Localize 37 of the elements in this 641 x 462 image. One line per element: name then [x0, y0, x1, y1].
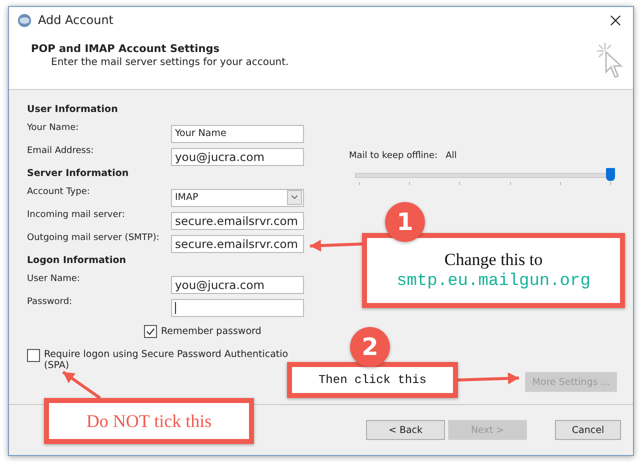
field-label: Outgoing mail server (SMTP): — [27, 232, 160, 243]
field-label: Incoming mail server: — [27, 209, 126, 220]
section-heading: Server Information — [27, 168, 130, 181]
text-field[interactable]: secure.emailsrvr.com — [171, 212, 304, 230]
field-label: User Name: — [27, 273, 81, 284]
text-field[interactable]: you@jucra.com — [171, 148, 304, 166]
callout-text: smtp.eu.mailgun.org — [396, 272, 590, 291]
field-label: Password: — [27, 296, 74, 307]
field-label: Email Address: — [27, 145, 95, 156]
callout-text: Then click this — [318, 373, 427, 387]
section-heading: Logon Information — [27, 255, 128, 268]
password-field[interactable] — [171, 298, 304, 316]
dialog-button[interactable]: Cancel — [555, 420, 621, 440]
checkbox-label: (SPA) — [44, 360, 70, 371]
text-field[interactable]: secure.emailsrvr.com — [171, 234, 304, 252]
checkbox-label: Remember password — [161, 326, 262, 336]
chevron-down-icon[interactable] — [287, 190, 302, 205]
globe-icon — [17, 12, 32, 28]
account-type-dropdown[interactable]: IMAP — [171, 188, 304, 206]
callout-text: Do NOT tick this — [86, 410, 212, 432]
field-label: Account Type: — [27, 186, 91, 197]
page-subtitle: Enter the mail server settings for your account. — [50, 57, 289, 68]
section-heading: User Information — [27, 104, 119, 117]
callout-text: Change this to — [444, 250, 543, 270]
offline-label: Mail to keep offline: — [349, 151, 438, 161]
text-field[interactable]: you@jucra.com — [171, 276, 304, 294]
checkbox[interactable] — [27, 349, 40, 362]
window-title: Add Account — [38, 13, 114, 27]
close-icon[interactable] — [610, 14, 621, 26]
offline-value: All — [446, 151, 457, 161]
checkbox[interactable] — [144, 324, 157, 338]
checkbox-label: Require logon using Secure Password Authenticatio — [44, 349, 288, 360]
field-label: Your Name: — [27, 122, 80, 133]
cursor-sparkle-icon — [595, 41, 625, 81]
text-field[interactable]: Your Name — [171, 124, 304, 142]
dialog-button[interactable]: < Back — [366, 420, 445, 440]
page-heading: POP and IMAP Account Settings — [31, 43, 221, 55]
